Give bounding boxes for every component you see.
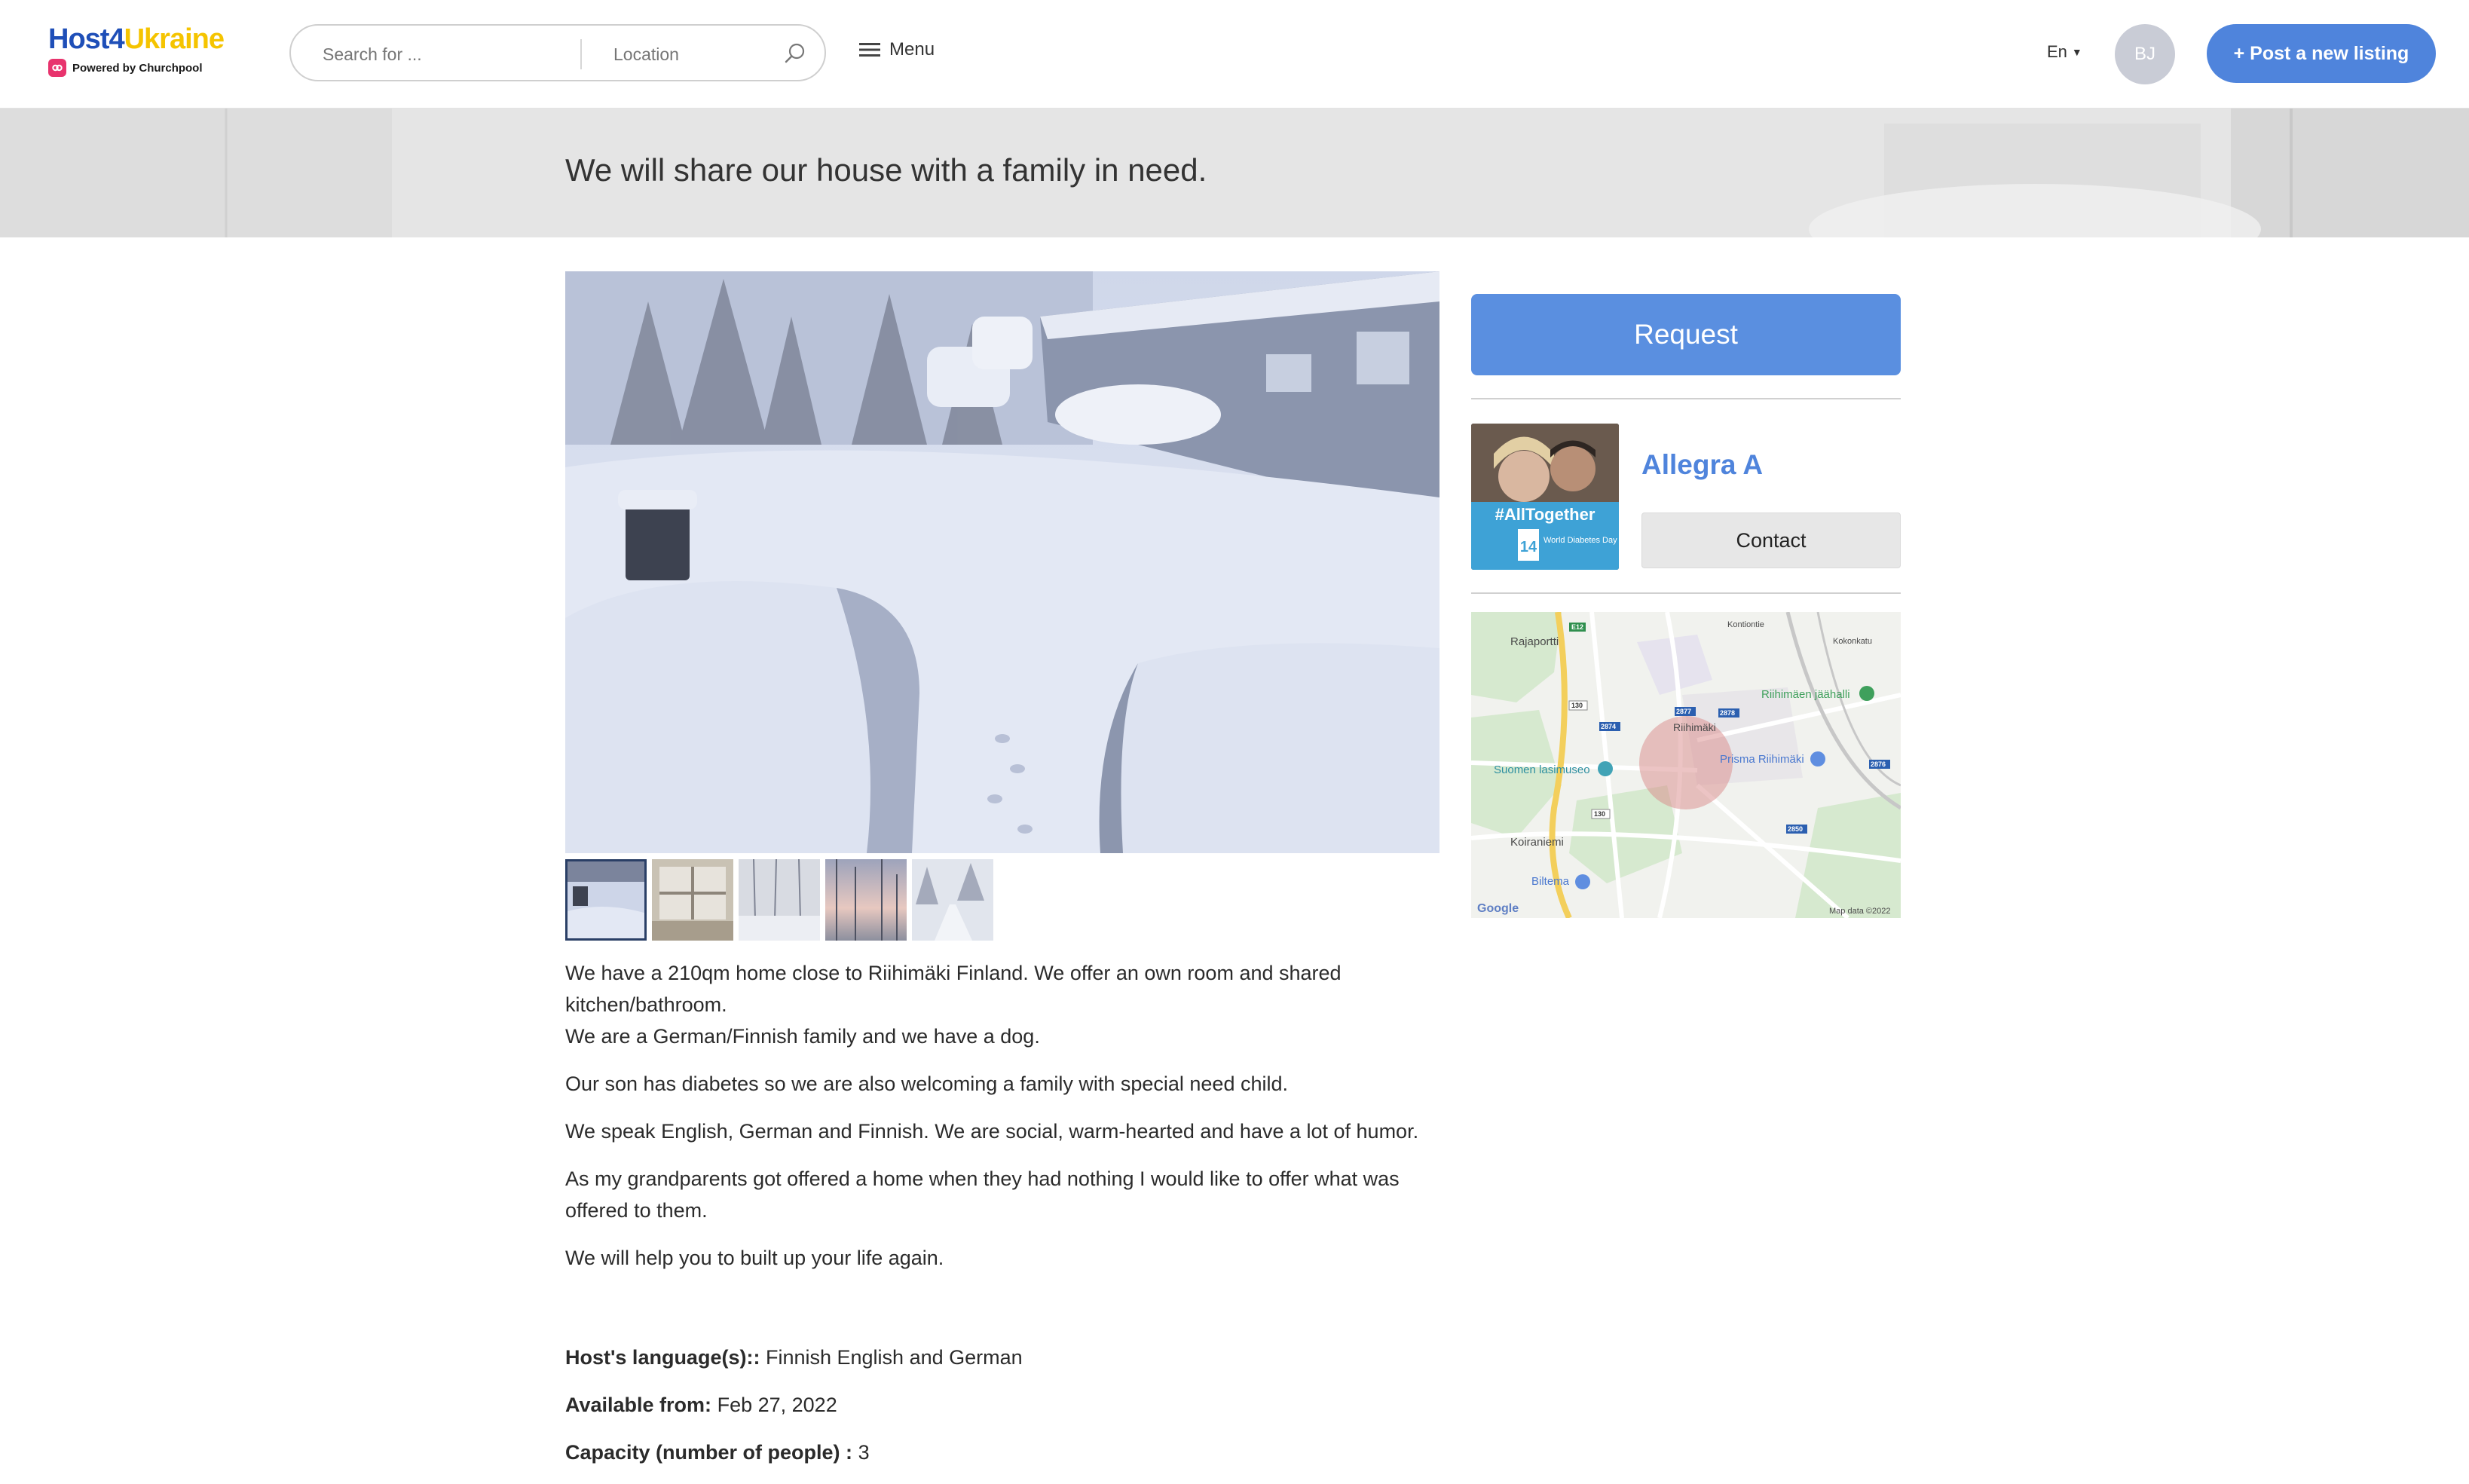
fact-value: 3: [858, 1441, 870, 1464]
host-photo-badge: 14: [1520, 539, 1537, 555]
host-name-link[interactable]: Allegra A: [1641, 449, 1763, 481]
thumbnail-2[interactable]: [652, 859, 733, 941]
search-bar: [289, 24, 826, 81]
listing-facts: Host's language(s):: Finnish English and…: [565, 1342, 1023, 1484]
map-label: Rajaportti: [1510, 635, 1559, 648]
description-paragraph-2: Our son has diabetes so we are also welc…: [565, 1072, 1288, 1095]
description-line-2: We are a German/Finnish family and we ha…: [565, 1025, 1040, 1048]
fact-value: Finnish English and German: [765, 1346, 1023, 1369]
menu-label: Menu: [889, 39, 935, 60]
map-label: Suomen lasimuseo: [1494, 763, 1590, 776]
logo-ukraine: Ukraine: [124, 23, 225, 55]
description-line-1: We have a 210qm home close to Riihimäki …: [565, 962, 1342, 1016]
road-label: 2877: [1676, 708, 1691, 715]
host4ukraine-logo[interactable]: Host4Ukraine Powered by Churchpool: [48, 23, 252, 83]
thumbnail-3[interactable]: [739, 859, 820, 941]
post-new-listing-button[interactable]: + Post a new listing: [2207, 24, 2436, 83]
listing-hero-banner: We will share our house with a family in…: [0, 109, 2469, 237]
road-label: 2878: [1720, 709, 1735, 717]
search-divider: [580, 39, 582, 69]
description-paragraph-4: As my grandparents got offered a home wh…: [565, 1167, 1400, 1222]
map-label: Biltema: [1531, 875, 1570, 888]
logo-host4: Host4: [48, 23, 125, 55]
thumbnail-1[interactable]: [565, 859, 647, 941]
churchpool-icon: [48, 59, 66, 77]
host-photo-banner: #AllTogether: [1495, 505, 1596, 524]
fact-label: Available from:: [565, 1394, 712, 1416]
map-attribution: Map data ©2022: [1829, 907, 1891, 916]
thumbnail-5[interactable]: [912, 859, 993, 941]
hamburger-menu-icon: [859, 41, 880, 58]
search-input[interactable]: [321, 39, 565, 69]
fact-label: Capacity (number of people) :: [565, 1441, 853, 1464]
location-map[interactable]: Rajaportti Kontiontie Kokonkatu Riihimäe…: [1471, 612, 1901, 918]
listing-description: We have a 210qm home close to Riihimäki …: [565, 957, 1439, 1290]
menu-button[interactable]: Menu: [859, 39, 935, 60]
description-paragraph-3: We speak English, German and Finnish. We…: [565, 1120, 1419, 1143]
host-photo-caption: World Diabetes Day: [1544, 536, 1617, 545]
language-label: En: [2047, 42, 2067, 61]
listing-title: We will share our house with a family in…: [565, 152, 1207, 188]
caret-down-icon: ▼: [2071, 46, 2082, 58]
map-label: Koiraniemi: [1510, 836, 1564, 849]
road-label: 2850: [1788, 825, 1803, 833]
fact-host-languages: Host's language(s):: Finnish English and…: [565, 1342, 1023, 1373]
fact-label: Host's language(s)::: [565, 1346, 760, 1369]
host-avatar[interactable]: #AllTogether 14 World Diabetes Day: [1471, 424, 1619, 570]
sidebar-divider: [1471, 398, 1901, 399]
map-label: Kontiontie: [1727, 620, 1764, 629]
road-label: 130: [1594, 810, 1605, 818]
fact-available-from: Available from: Feb 27, 2022: [565, 1389, 1023, 1421]
road-label: 2874: [1601, 723, 1616, 730]
thumbnail-4[interactable]: [825, 859, 907, 941]
language-selector[interactable]: En ▼: [2047, 42, 2082, 62]
fact-capacity: Capacity (number of people) : 3: [565, 1437, 1023, 1468]
main-listing-photo[interactable]: [565, 271, 1439, 853]
sidebar-divider: [1471, 592, 1901, 594]
powered-by-text: Powered by Churchpool: [72, 61, 203, 75]
map-label: Riihimäki: [1673, 721, 1716, 733]
road-label: E12: [1571, 623, 1583, 631]
google-logo: Google: [1477, 902, 1519, 915]
contact-button[interactable]: Contact: [1641, 513, 1901, 568]
logo-wordmark: Host4Ukraine: [48, 23, 252, 56]
photo-thumbnails: [565, 859, 993, 941]
hero-background-image: [0, 109, 2469, 237]
description-paragraph-5: We will help you to built up your life a…: [565, 1247, 944, 1269]
request-button[interactable]: Request: [1471, 294, 1901, 375]
location-input[interactable]: [612, 39, 766, 69]
map-label: Prisma Riihimäki: [1720, 753, 1804, 766]
top-navigation-bar: Host4Ukraine Powered by Churchpool Menu …: [0, 0, 2469, 109]
map-label: Riihimäen jäähalli: [1761, 688, 1850, 701]
user-avatar[interactable]: BJ: [2115, 24, 2175, 84]
map-label: Kokonkatu: [1833, 637, 1872, 646]
powered-by: Powered by Churchpool: [48, 59, 252, 77]
road-label: 130: [1571, 702, 1583, 709]
road-label: 2876: [1871, 760, 1886, 768]
fact-value: Feb 27, 2022: [717, 1394, 837, 1416]
search-icon[interactable]: [782, 41, 808, 66]
